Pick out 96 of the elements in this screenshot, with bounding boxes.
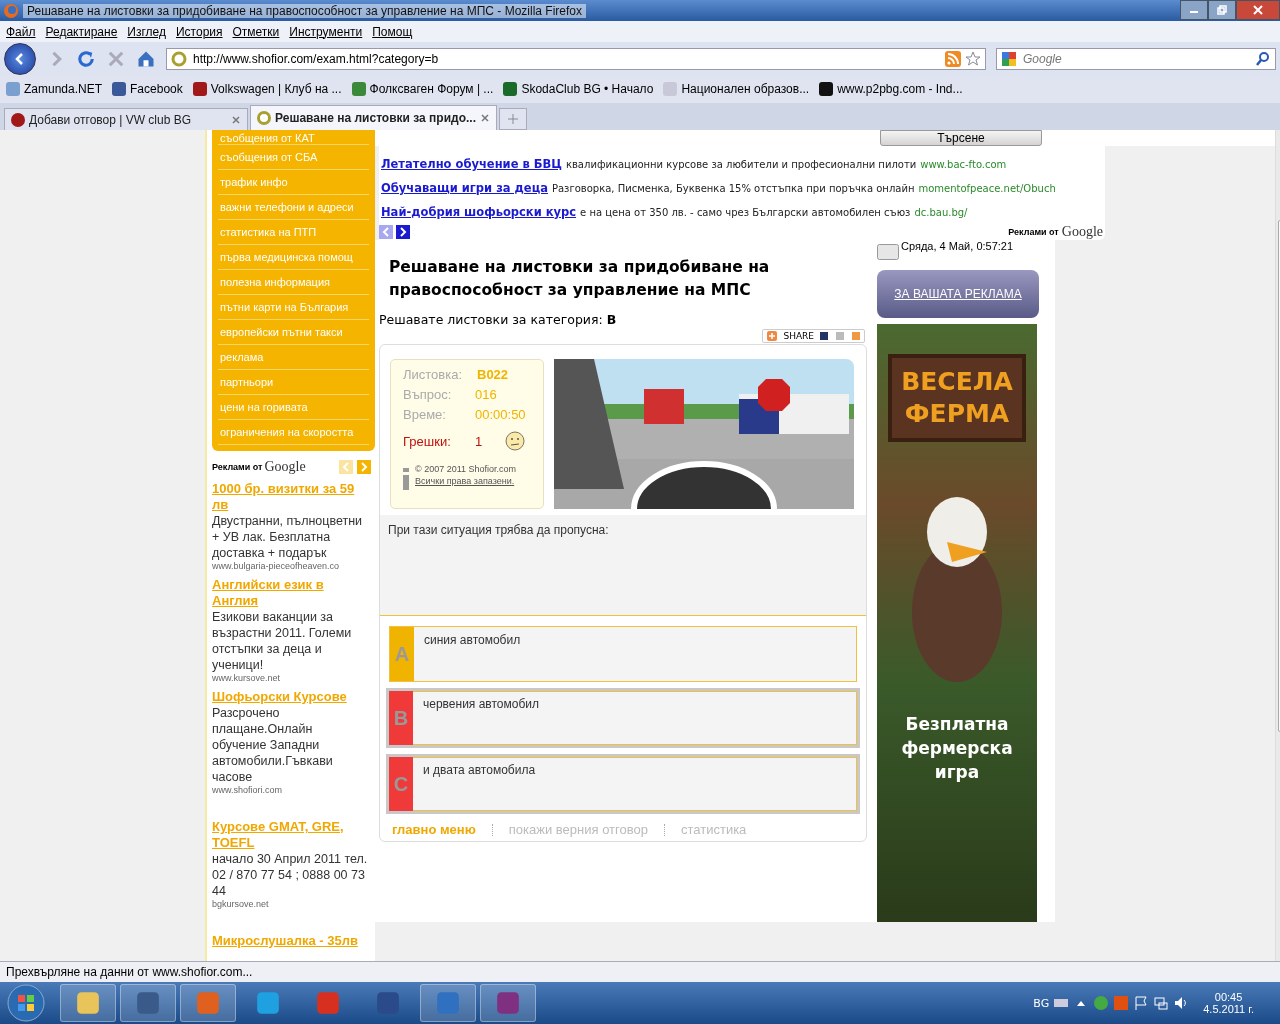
date-text: Сряда, 4 Май, 0:57:21 [901,240,1014,252]
clock[interactable]: 00:45 4.5.2011 г. [1203,991,1254,1015]
banner-title: ВЕСЕЛА ФЕРМА [888,354,1026,442]
question-text: При тази ситуация трябва да пропусна: [380,515,866,616]
ad-link[interactable]: Летателно обучение в БВЦ [381,157,562,171]
ads-label: Реклами от [212,462,263,472]
ad-text: начало 30 Април 2011 тел. 02 / 870 77 54 ; 0888 00 73 44 [212,851,368,899]
start-button[interactable] [6,983,46,1023]
info-value: 00:00:50 [475,406,526,422]
google-wordmark: Google [1061,224,1103,240]
close-icon [1253,5,1263,15]
info-label: Време: [403,406,447,422]
bookmark-item[interactable]: www.p2pbg.com - Ind... [819,82,963,96]
bookmark-item[interactable]: Volkswagen | Клуб на ... [192,82,342,96]
close-button[interactable] [1236,0,1280,20]
search-engine-icon[interactable] [1001,50,1017,67]
info-label: Листовка: [403,366,464,382]
ad-text: е на цена от 350 лв. - само чрез Български автомобилен съюз [580,206,911,218]
minimize-button[interactable] [1180,0,1208,20]
ads-label: Реклами от [1008,227,1059,237]
answer-option[interactable]: A синия автомобил [389,626,857,682]
share-button[interactable]: SHARE [762,329,865,343]
ad-link[interactable]: Най-добрия шофьорски курс [381,205,577,219]
confused-face-icon [505,431,525,451]
search-field[interactable]: Google [1021,50,1251,67]
menu-item[interactable]: Изглед [127,24,166,39]
rights-link[interactable]: Всички права запазени. [415,476,517,486]
ad-text: квалификационни курсове за любители и професионални пилоти [565,158,917,170]
page-heading: Решаване на листовки за придобиване на правоспособност за управление на МПС [389,257,771,301]
status-text: Прехвърляне на данни от www.shofior.com... [0,961,1280,982]
bookmark-item[interactable]: Фолксваген Форум | ... [351,82,494,96]
restore-button[interactable] [1208,0,1236,20]
reload-icon[interactable] [76,48,96,69]
ad-text: Разговорка, Писменка, Буквенка 15% отстъпка при поръчка онлайн [551,182,915,194]
ad-text: Разсрочено плащане.Онлайн обучение Западни автомобили.Гъвкави часове [212,705,334,785]
menu-item[interactable]: Инструменти [289,24,363,39]
bookmark-item[interactable]: Zamunda.NET [6,82,103,96]
browser-tab[interactable]: Решаване на листовки за придо... [250,105,497,130]
game-ad-banner[interactable]: ВЕСЕЛА ФЕРМА Безплатна фермерска игра [877,324,1037,922]
bookmark-item[interactable]: SkodaClub BG • Начало [503,82,654,96]
menu-item[interactable]: Редактиране [45,24,118,39]
flag-icon[interactable] [1133,995,1150,1011]
address-field[interactable]: http://www.shofior.com/exam.html?category=b [191,50,941,67]
answer-text: и двата автомобила [422,762,537,779]
answer-option[interactable]: C и двата автомобила [386,754,860,814]
menu-item[interactable]: Отметки [232,24,280,39]
bookmark-item[interactable]: Facebook [112,82,183,96]
browser-logo-icon [3,2,19,19]
ad-url: bgkursove.net [212,899,270,909]
info-value: 1 [475,433,484,449]
rss-icon[interactable] [945,50,961,67]
address-bar[interactable]: http://www.shofior.com/exam.html?category=b [166,47,986,70]
ad-url: www.bac-fto.com [920,158,1007,170]
info-label: Въпрос: [403,386,453,402]
star-icon[interactable] [965,50,981,67]
search-icon[interactable] [1255,50,1271,67]
network-icon[interactable] [1153,995,1170,1011]
bookmark-item[interactable]: Национален образов... [663,82,810,96]
ad-url: momentofpeace.net/Obuch [918,182,1056,194]
search-bar[interactable]: Google [996,47,1276,70]
plus-icon [767,331,778,341]
close-tab-icon[interactable] [480,113,490,123]
menu-item[interactable]: История [175,24,223,39]
ad-text: Двустранни, пълноцветни + УВ лак. Безплатна доставка + подарък [212,513,364,561]
answer-letter: B [389,691,413,745]
answer-option[interactable]: B червения автомобил [386,688,860,748]
back-button[interactable] [4,42,36,75]
ad-url: www.bulgaria-pieceofheaven.co [212,561,341,571]
ad-url: www.shofiori.com [212,785,284,795]
menu-item[interactable]: Файл [6,24,36,39]
language-indicator[interactable]: BG [1033,996,1050,1010]
info-value: 016 [475,386,497,402]
new-tab-icon[interactable] [499,108,527,130]
ad-url: dc.bau.bg/ [914,206,968,218]
answer-letter: C [389,757,413,811]
ad-link[interactable]: Обучаващи игри за деца [381,181,548,195]
site-icon [171,50,187,67]
advertise-button[interactable]: ЗА ВАШАТА РЕКЛАМА [877,270,1039,318]
info-label: Грешки: [403,433,452,449]
restore-icon [1217,5,1227,15]
window-title: Решаване на листовки за придобиване на правоспособност за управление на МПС - Mozilla Firefox [23,3,586,18]
google-wordmark: Google [264,459,306,475]
ad-text: Езикови ваканции за възрастни 2011. Големи отстъпки за деца и ученици! [212,609,353,673]
menu-item[interactable]: Помощ [372,24,413,39]
answer-text: червения автомобил [422,696,540,713]
answer-letter: A [390,627,414,681]
category-text: Решавате листовки за категория: B [379,312,618,327]
answer-text: синия автомобил [423,632,522,649]
ad-url: www.kursove.net [212,673,282,683]
close-tab-icon[interactable] [231,114,241,125]
browser-tab[interactable]: Добави отговор | VW club BG [4,108,248,130]
search-button[interactable]: Търсене [880,130,1042,146]
info-icon [403,468,409,490]
info-value: B022 [477,366,509,382]
banner-text: Безплатна фермерска игра [900,713,1014,784]
copyright-text: © 2007 2011 Shofior.com [415,464,517,474]
